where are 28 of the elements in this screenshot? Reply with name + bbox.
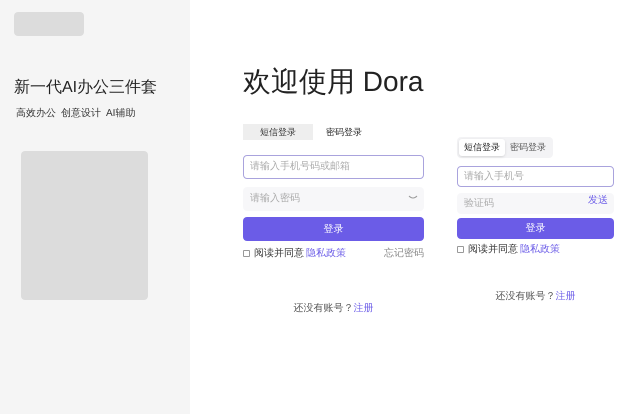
password-field[interactable]: 请输入密码: [243, 186, 424, 210]
register-link[interactable]: 注册: [354, 301, 374, 316]
register-link[interactable]: 注册: [556, 289, 576, 304]
login-button[interactable]: 登录: [457, 218, 614, 239]
checkbox[interactable]: [457, 246, 464, 253]
agreement-text: 阅读并同意: [468, 242, 518, 257]
tagline: 新一代AI办公三件套: [14, 78, 158, 98]
login-tab[interactable]: 密码登录: [505, 139, 551, 156]
agreement-text: 阅读并同意: [254, 246, 304, 261]
login-tab[interactable]: 短信登录: [459, 139, 505, 156]
privacy-policy-link[interactable]: 隐私政策: [520, 242, 560, 257]
input-field[interactable]: 请输入手机号: [457, 166, 614, 187]
forgot-password-link[interactable]: 忘记密码: [384, 246, 424, 261]
login-button[interactable]: 登录: [243, 217, 424, 241]
register-prompt: 还没有账号？: [294, 302, 354, 316]
feature-label: AI辅助: [106, 106, 136, 121]
logo-placeholder: [14, 12, 84, 36]
feature-label: 创意设计: [61, 106, 101, 121]
welcome-title: 欢迎使用 Dora: [243, 65, 424, 99]
checkbox[interactable]: [243, 250, 250, 257]
privacy-policy-link[interactable]: 隐私政策: [306, 246, 346, 261]
register-prompt: 还没有账号？: [496, 290, 556, 304]
closed-eye-icon[interactable]: [408, 195, 418, 200]
input-field[interactable]: 请输入手机号码或邮箱: [243, 154, 424, 178]
login-tab[interactable]: 短信登录: [243, 124, 313, 140]
login-tab[interactable]: 密码登录: [316, 124, 372, 140]
send-code-link[interactable]: 发送: [588, 193, 608, 208]
feature-label: 高效办公: [16, 106, 56, 121]
